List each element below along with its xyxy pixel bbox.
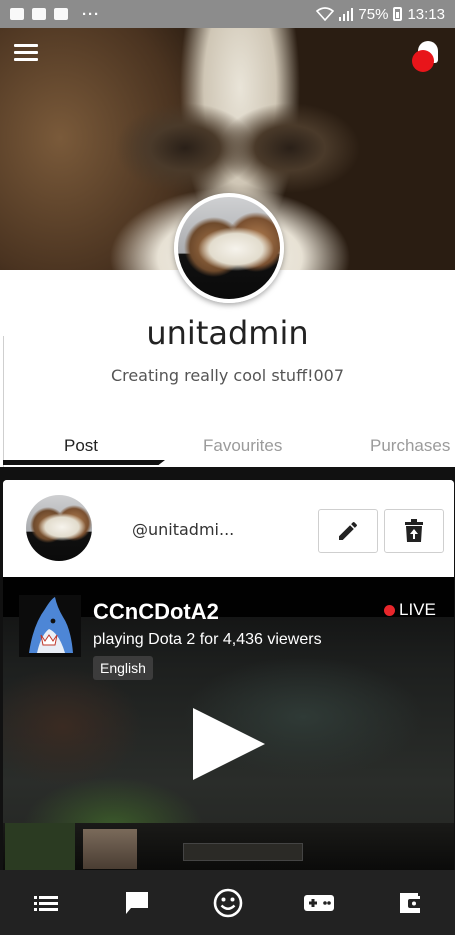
- status-notification-icons: ···: [10, 6, 100, 23]
- app-notification-icon: [32, 8, 46, 20]
- wifi-icon: [316, 7, 335, 21]
- live-indicator: LIVE: [384, 600, 436, 620]
- wallet-icon: [399, 892, 422, 913]
- game-hud: [3, 823, 454, 870]
- gallery-notification-icon: [10, 8, 24, 20]
- live-dot-icon: [384, 604, 395, 616]
- gamepad-icon: [303, 894, 334, 911]
- edit-post-button[interactable]: [318, 509, 378, 553]
- nav-chat-button[interactable]: [112, 878, 162, 928]
- hamburger-menu-icon[interactable]: [14, 44, 38, 62]
- nav-emoji-button[interactable]: [203, 878, 253, 928]
- profile-bio: Creating really cool stuff!007: [110, 366, 345, 385]
- nav-games-button[interactable]: [294, 878, 344, 928]
- post-card: @unitadmi... CCnCDotA2 LIVE playing Dota…: [3, 480, 454, 870]
- battery-icon: [393, 7, 403, 21]
- twitch-stream-embed[interactable]: CCnCDotA2 LIVE playing Dota 2 for 4,436 …: [3, 577, 454, 870]
- profile-username: unitadmin: [146, 314, 309, 352]
- live-label: LIVE: [399, 600, 436, 619]
- tab-purchases[interactable]: Purchases: [370, 436, 450, 456]
- battery-percent: 75%: [358, 5, 389, 23]
- trash-icon: [405, 519, 423, 542]
- chat-icon: [125, 891, 148, 914]
- nav-list-button[interactable]: [21, 878, 71, 928]
- delete-post-button[interactable]: [384, 509, 444, 553]
- list-icon: [33, 895, 58, 911]
- post-header: @unitadmi...: [3, 480, 454, 577]
- post-author-avatar[interactable]: [26, 495, 92, 561]
- stream-status: playing Dota 2 for 4,436 viewers: [93, 631, 322, 648]
- play-icon[interactable]: [189, 704, 269, 784]
- tab-post[interactable]: Post: [64, 436, 98, 456]
- notifications-button[interactable]: [412, 38, 442, 72]
- signal-icon: [339, 7, 354, 21]
- status-bar: ··· 75% 13:13: [0, 0, 455, 28]
- stream-language-tag[interactable]: English: [93, 656, 153, 680]
- active-tab-indicator: [3, 460, 165, 465]
- notification-badge: [412, 50, 434, 72]
- pencil-icon: [339, 522, 357, 540]
- game-notification-icon: [54, 8, 68, 20]
- stream-channel-name[interactable]: CCnCDotA2: [93, 599, 219, 625]
- tab-favourites[interactable]: Favourites: [203, 436, 282, 456]
- hero-bar: [183, 843, 303, 861]
- status-system-icons: 75% 13:13: [316, 6, 445, 23]
- smiley-icon: [213, 888, 242, 917]
- more-notifications-indicator: ···: [82, 5, 100, 23]
- channel-logo[interactable]: [19, 595, 81, 657]
- nav-wallet-button[interactable]: [385, 878, 435, 928]
- streamer-webcam: [83, 829, 137, 869]
- clock: 13:13: [407, 5, 445, 23]
- profile-avatar[interactable]: [174, 193, 284, 303]
- post-author-handle[interactable]: @unitadmi...: [132, 520, 234, 539]
- bottom-navigation: [0, 870, 455, 935]
- game-minimap: [5, 823, 75, 870]
